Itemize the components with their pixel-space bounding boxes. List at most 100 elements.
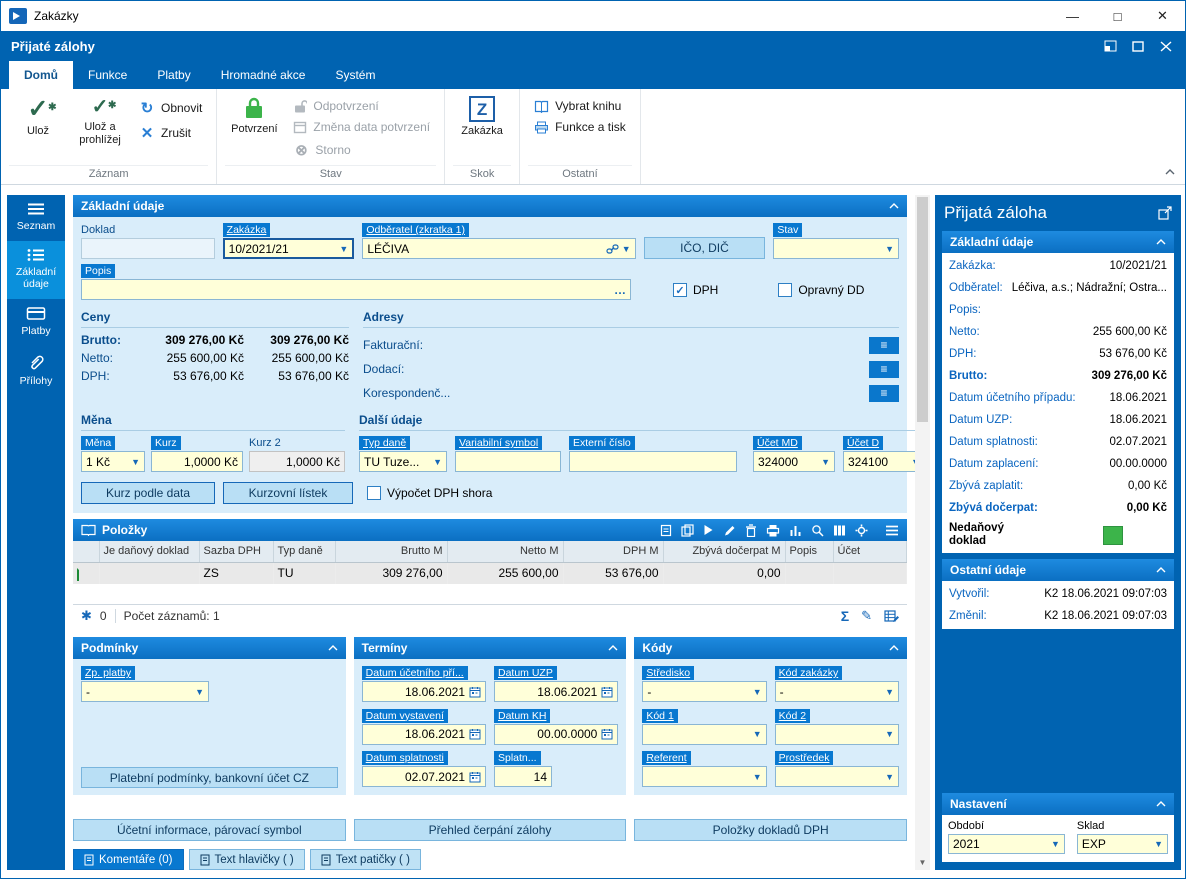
dropdown-icon[interactable]: ▼ [753, 687, 762, 697]
datum-uzp-field[interactable]: 18.06.2021 [494, 681, 619, 702]
collapse-ribbon-button[interactable] [1165, 162, 1175, 180]
ucet-d-label[interactable]: Účet D [843, 436, 884, 450]
datum-ucetniho-label[interactable]: Datum účetního pří... [361, 666, 468, 680]
bulk-edit-icon[interactable] [884, 609, 899, 623]
referent-field[interactable]: ▼ [642, 766, 767, 788]
collapse-section-button[interactable] [1156, 801, 1166, 807]
calendar-icon[interactable] [601, 686, 613, 698]
tab-hromadne-akce[interactable]: Hromadné akce [206, 61, 321, 89]
collapse-section-button[interactable] [1156, 239, 1166, 245]
ellipsis-button[interactable]: … [614, 283, 626, 297]
column-header[interactable]: Zbývá dočerpat M [663, 541, 786, 563]
typ-dane-label[interactable]: Typ daně [359, 436, 411, 450]
sidebar-item-prilohy[interactable]: Přílohy [7, 346, 65, 396]
storno-button[interactable]: ⊗ Storno [287, 139, 436, 161]
panel-header-terminy[interactable]: Termíny [353, 637, 627, 659]
zp-platby-field[interactable]: - ▼ [81, 681, 209, 702]
column-header[interactable]: Účet [833, 541, 907, 563]
datum-ucetniho-field[interactable]: 18.06.2021 [361, 681, 486, 702]
zp-platby-label[interactable]: Zp. platby [81, 666, 136, 680]
popis-field[interactable]: … [81, 279, 631, 300]
search-icon[interactable] [811, 524, 824, 537]
prostredek-label[interactable]: Prostředek [774, 751, 834, 766]
tab-funkce[interactable]: Funkce [73, 61, 142, 89]
panel-header-zakladni-udaje[interactable]: Základní údaje [73, 195, 907, 217]
zakazka-label[interactable]: Zakázka [222, 223, 271, 237]
stav-field[interactable]: ▼ [773, 238, 899, 259]
calendar-icon[interactable] [601, 728, 613, 740]
kod2-label[interactable]: Kód 2 [774, 708, 811, 723]
tab-platby[interactable]: Platby [142, 61, 205, 89]
column-header[interactable]: Popis [785, 541, 834, 563]
obdobi-field[interactable]: 2021 ▼ [948, 834, 1065, 854]
save-and-view-button[interactable]: ✓ ✱ Ulož a prohlížej [71, 91, 129, 149]
kurz-podle-data-button[interactable]: Kurz podle data [81, 482, 215, 504]
dph-checkbox[interactable]: ✓ DPH [673, 283, 718, 297]
print-icon[interactable] [766, 524, 780, 537]
tab-system[interactable]: Systém [320, 61, 390, 89]
sidebar-item-zakladni-udaje[interactable]: Základní údaje [7, 241, 65, 299]
dropdown-icon[interactable]: ▼ [821, 457, 830, 467]
doklad-field[interactable] [81, 238, 215, 259]
address-menu-button[interactable]: ≡ [869, 336, 899, 354]
icon-column-header[interactable] [73, 541, 100, 563]
info-section-header-nastaveni[interactable]: Nastavení [942, 793, 1174, 815]
link-icon[interactable] [606, 243, 619, 255]
edit-icon[interactable] [723, 524, 736, 537]
collapse-panel-button[interactable] [328, 645, 338, 651]
collapse-section-button[interactable] [1156, 567, 1166, 573]
odberatel-label[interactable]: Odběratel (zkratka 1) [362, 223, 469, 237]
ucet-md-field[interactable]: 324000 ▼ [753, 451, 835, 472]
dropdown-icon[interactable]: ▼ [885, 772, 894, 782]
run-icon[interactable] [703, 524, 714, 536]
zakazka-field[interactable]: 10/2021/21 ▼ [222, 238, 355, 259]
new-record-icon[interactable] [660, 524, 672, 537]
jump-zakazka-button[interactable]: Z Zakázka [453, 91, 511, 140]
tab-text-paticky[interactable]: Text patičky ( ) [309, 849, 421, 870]
kod-zakazky-label[interactable]: Kód zakázky [774, 666, 843, 680]
refresh-button[interactable]: ↻ Obnovit [133, 97, 208, 119]
stredisko-field[interactable]: - ▼ [642, 681, 767, 702]
scroll-down-arrow[interactable]: ▼ [915, 855, 930, 870]
chart-icon[interactable] [789, 524, 802, 537]
confirm-button[interactable]: Potvrzení [225, 91, 283, 138]
maximize-button[interactable]: □ [1095, 1, 1140, 31]
datum-kh-field[interactable]: 00.00.0000 [494, 723, 619, 745]
kurz-field[interactable]: 1,0000 Kč [151, 451, 243, 472]
column-header[interactable]: Sazba DPH [199, 541, 274, 563]
dropdown-icon[interactable]: ▼ [1051, 839, 1060, 849]
save-button[interactable]: ✓ ✱ Ulož [9, 91, 67, 140]
address-menu-button[interactable]: ≡ [869, 360, 899, 378]
minimize-button[interactable]: — [1050, 1, 1095, 31]
sum-icon[interactable]: Σ [841, 608, 849, 624]
dropdown-icon[interactable]: ▼ [753, 772, 762, 782]
prehled-cerpani-button[interactable]: Přehled čerpání zálohy [353, 819, 627, 841]
datum-uzp-label[interactable]: Datum UZP [494, 666, 557, 680]
column-header[interactable]: Brutto M [335, 541, 448, 563]
datum-vystaveni-field[interactable]: 18.06.2021 [361, 723, 486, 745]
dock-panel-button[interactable] [1099, 36, 1121, 56]
sklad-field[interactable]: EXP ▼ [1076, 834, 1168, 854]
scrollbar-thumb[interactable] [917, 197, 928, 422]
kod-zakazky-field[interactable]: - ▼ [774, 681, 900, 702]
kurzovni-listek-button[interactable]: Kurzovní lístek [223, 482, 353, 504]
dropdown-icon[interactable]: ▼ [622, 244, 631, 254]
vypocet-dph-checkbox[interactable]: Výpočet DPH shora [367, 486, 492, 500]
close-button[interactable]: ✕ [1140, 1, 1185, 31]
popout-icon[interactable] [1158, 206, 1172, 220]
collapse-panel-button[interactable] [889, 203, 899, 209]
copy-record-icon[interactable] [681, 523, 694, 537]
sidebar-item-seznam[interactable]: Seznam [7, 195, 65, 241]
stredisko-label[interactable]: Středisko [642, 666, 695, 680]
dropdown-icon[interactable]: ▼ [885, 687, 894, 697]
select-book-button[interactable]: Vybrat knihu [528, 97, 632, 115]
panel-header-podminky[interactable]: Podmínky [73, 637, 346, 659]
tab-domu[interactable]: Domů [9, 61, 73, 89]
datum-kh-label[interactable]: Datum KH [494, 708, 551, 723]
change-confirm-date-button[interactable]: Změna data potvrzení [287, 118, 436, 136]
externi-cislo-field[interactable] [569, 451, 737, 472]
datum-splatnosti-label[interactable]: Datum splatnosti [361, 751, 448, 766]
prostredek-field[interactable]: ▼ [774, 766, 900, 788]
sidebar-item-platby[interactable]: Platby [7, 299, 65, 346]
opravny-dd-checkbox[interactable]: Opravný DD [778, 283, 864, 297]
